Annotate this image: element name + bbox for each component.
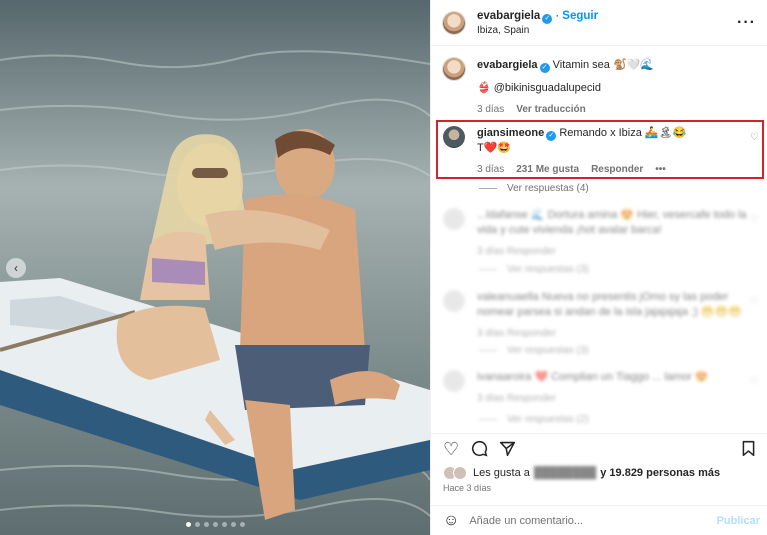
caption-body: evabargiela ✓ Vitamin sea 🐒🤍🌊 👙 @bikinisg… bbox=[477, 58, 747, 117]
view-replies-label: Ver respuestas (4) bbox=[507, 183, 589, 194]
likers-avatars[interactable] bbox=[443, 466, 467, 480]
caption-author[interactable]: evabargiela bbox=[477, 59, 538, 71]
replies-line bbox=[479, 419, 497, 420]
comment-meta[interactable]: 3 días Responder bbox=[477, 391, 747, 406]
more-options-icon[interactable]: ··· bbox=[737, 14, 756, 32]
post-actions-bar: ♡ bbox=[431, 433, 767, 463]
likes-count[interactable]: y 19.829 personas más bbox=[600, 467, 720, 479]
comment-age[interactable]: 3 días bbox=[477, 162, 504, 177]
post-time[interactable]: Hace 3 días bbox=[443, 483, 491, 493]
comment-text: ...ldafanse 🌊 Dortura amina 😍 Hier, vese… bbox=[477, 209, 747, 236]
comment-author-avatar[interactable] bbox=[443, 370, 465, 392]
publish-button[interactable]: Publicar bbox=[717, 515, 760, 527]
like-comment-heart-icon[interactable]: ♡ bbox=[750, 376, 759, 387]
comment-likes-count[interactable]: 231 Me gusta bbox=[516, 162, 579, 177]
emoji-smiley-icon[interactable]: ☺ bbox=[443, 512, 459, 530]
previous-image-arrow-icon[interactable]: ‹ bbox=[6, 258, 26, 278]
carousel-dot bbox=[185, 522, 191, 527]
post-location[interactable]: Ibiza, Spain bbox=[477, 24, 598, 38]
verified-badge-icon: ✓ bbox=[539, 63, 550, 73]
comment-text: Remando x Ibiza 🚣🏝😂 bbox=[559, 127, 687, 139]
carousel-dot bbox=[194, 522, 200, 527]
post-caption: evabargiela ✓ Vitamin sea 🐒🤍🌊 👙 @bikinisg… bbox=[443, 58, 761, 117]
comment-text: valeanuaella Nueva no presentis jOmo sy … bbox=[477, 291, 742, 318]
replies-line bbox=[479, 350, 497, 351]
comment-body: giansimeone ✓ Remando x Ibiza 🚣🏝😂 T❤️🤩 3 … bbox=[477, 126, 747, 177]
likes-summary: Les gusta a ████████ y 19.829 personas m… bbox=[443, 466, 720, 480]
replies-line bbox=[479, 188, 497, 189]
view-replies-button[interactable]: Ver respuestas (4) bbox=[479, 183, 589, 194]
comment-text: ivanaaroira ❤️ Complian un Tiaggo ... la… bbox=[477, 371, 709, 383]
carousel-dot bbox=[239, 522, 245, 527]
comment-author-avatar[interactable] bbox=[443, 126, 465, 148]
add-comment-bar: ☺ Publicar bbox=[431, 505, 767, 535]
liker-avatar bbox=[453, 466, 467, 480]
comment-item: giansimeone ✓ Remando x Ibiza 🚣🏝😂 T❤️🤩 3 … bbox=[443, 126, 761, 177]
comment-meta[interactable]: 3 días Responder bbox=[477, 326, 747, 341]
comment-author-avatar[interactable] bbox=[443, 208, 465, 230]
comment-item: valeanuaella Nueva no presentis jOmo sy … bbox=[443, 290, 761, 341]
view-replies-label: Ver respuestas (3) bbox=[507, 264, 589, 275]
view-replies-label: Ver respuestas (3) bbox=[507, 345, 589, 356]
liker-username-hidden[interactable]: ████████ bbox=[534, 467, 596, 479]
caption-age[interactable]: 3 días bbox=[477, 102, 504, 117]
caption-meta: 3 días Ver traducción bbox=[477, 102, 747, 117]
like-heart-icon[interactable]: ♡ bbox=[443, 440, 459, 458]
caption-tag[interactable]: 👙 @bikinisguadalupecid bbox=[477, 81, 747, 96]
verified-badge-icon: ✓ bbox=[542, 13, 553, 24]
view-replies-label: Ver respuestas (2) bbox=[507, 414, 589, 425]
carousel-dot bbox=[203, 522, 209, 527]
comment-text-line2: T❤️🤩 bbox=[477, 142, 512, 154]
caption-author-avatar[interactable] bbox=[443, 58, 465, 80]
see-translation-button[interactable]: Ver traducción bbox=[516, 102, 585, 117]
verified-badge-icon: ✓ bbox=[546, 131, 557, 141]
carousel-dot bbox=[212, 522, 218, 527]
author-avatar[interactable] bbox=[443, 11, 465, 34]
carousel-dot bbox=[230, 522, 236, 527]
reply-button[interactable]: Responder bbox=[591, 162, 643, 177]
comment-body: ...ldafanse 🌊 Dortura amina 😍 Hier, vese… bbox=[477, 208, 747, 259]
carousel-dot bbox=[221, 522, 227, 527]
post-photo[interactable]: ‹ bbox=[0, 0, 430, 535]
post-side-panel: evabargiela ✓ · Seguir Ibiza, Spain ··· eva… bbox=[430, 0, 767, 535]
view-replies-button[interactable]: Ver respuestas (2) bbox=[479, 414, 589, 425]
comment-author[interactable]: giansimeone bbox=[477, 127, 544, 139]
comment-bubble-icon[interactable] bbox=[471, 440, 488, 460]
author-info: evabargiela ✓ · Seguir Ibiza, Spain bbox=[477, 8, 598, 38]
like-comment-heart-icon[interactable]: ♡ bbox=[750, 296, 759, 307]
follow-button[interactable]: Seguir bbox=[562, 10, 598, 22]
share-send-icon[interactable] bbox=[499, 440, 516, 460]
comment-item: ...ldafanse 🌊 Dortura amina 😍 Hier, vese… bbox=[443, 208, 761, 259]
likes-prefix: Les gusta a bbox=[473, 467, 530, 479]
comment-meta: 3 días 231 Me gusta Responder ••• bbox=[477, 162, 747, 177]
comment-author-avatar[interactable] bbox=[443, 290, 465, 312]
comment-body: ivanaaroira ❤️ Complian un Tiaggo ... la… bbox=[477, 370, 747, 406]
carousel-dots bbox=[0, 522, 430, 527]
replies-line bbox=[479, 269, 497, 270]
comment-input[interactable] bbox=[469, 514, 710, 527]
author-username[interactable]: evabargiela bbox=[477, 10, 540, 22]
save-bookmark-icon[interactable] bbox=[741, 440, 756, 460]
view-replies-button[interactable]: Ver respuestas (3) bbox=[479, 345, 589, 356]
post-header: evabargiela ✓ · Seguir Ibiza, Spain ··· bbox=[431, 0, 767, 46]
comment-meta[interactable]: 3 días Responder bbox=[477, 244, 747, 259]
comment-item: ivanaaroira ❤️ Complian un Tiaggo ... la… bbox=[443, 370, 761, 406]
separator-dot: · bbox=[555, 7, 560, 22]
caption-text: Vitamin sea 🐒🤍🌊 bbox=[552, 59, 655, 71]
photo-illustration bbox=[0, 0, 430, 535]
comments-list[interactable]: evabargiela ✓ Vitamin sea 🐒🤍🌊 👙 @bikinisg… bbox=[431, 46, 767, 433]
view-replies-button[interactable]: Ver respuestas (3) bbox=[479, 264, 589, 275]
comment-body: valeanuaella Nueva no presentis jOmo sy … bbox=[477, 290, 747, 341]
like-comment-heart-icon[interactable]: ♡ bbox=[750, 214, 759, 225]
comment-more-icon[interactable]: ••• bbox=[655, 162, 666, 177]
like-comment-heart-icon[interactable]: ♡ bbox=[750, 132, 759, 143]
